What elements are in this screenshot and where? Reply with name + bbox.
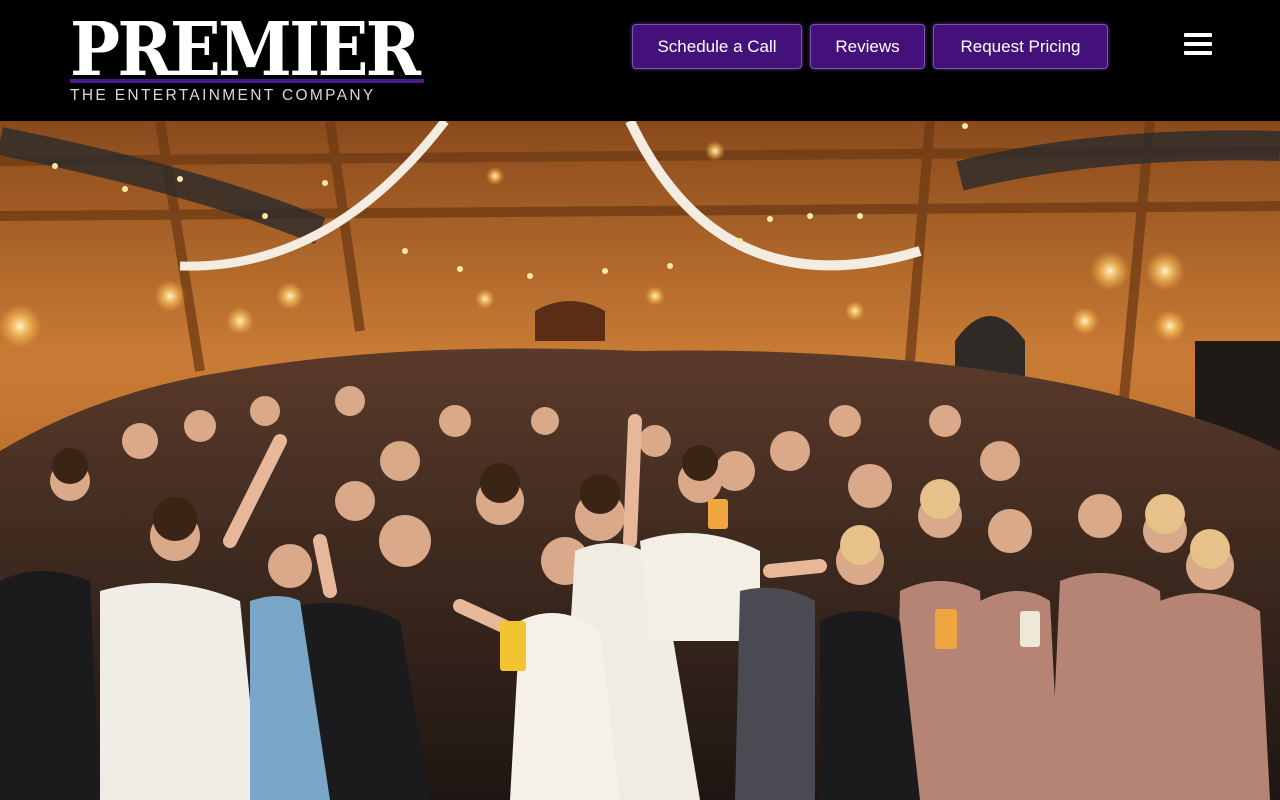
hamburger-menu-icon[interactable] [1184, 33, 1212, 55]
schedule-call-button[interactable]: Schedule a Call [632, 24, 802, 69]
wedding-reception-photo [0, 121, 1280, 800]
menu-bar [1184, 33, 1212, 37]
menu-bar [1184, 51, 1212, 55]
site-header: PREMIER THE ENTERTAINMENT COMPANY Schedu… [0, 0, 1280, 121]
logo-tagline: THE ENTERTAINMENT COMPANY [70, 87, 376, 104]
logo-wordmark: PREMIER [70, 7, 421, 93]
logo-underline [70, 79, 424, 83]
menu-bar [1184, 42, 1212, 46]
hero-photo [0, 121, 1280, 800]
request-pricing-button[interactable]: Request Pricing [933, 24, 1108, 69]
reviews-button[interactable]: Reviews [810, 24, 925, 69]
premier-logo[interactable]: PREMIER THE ENTERTAINMENT COMPANY [70, 7, 424, 104]
